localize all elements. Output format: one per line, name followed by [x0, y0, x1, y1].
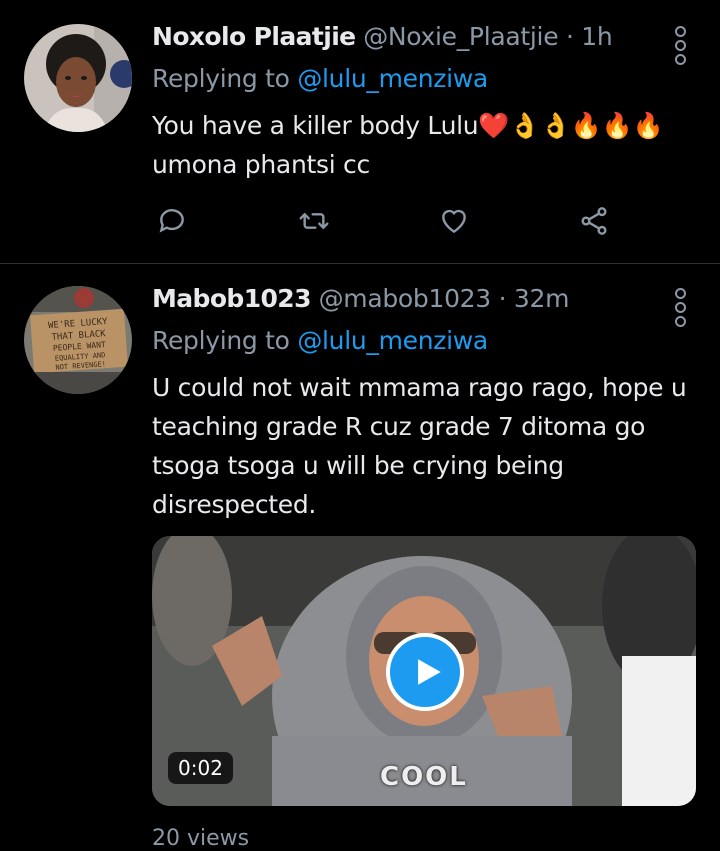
display-name[interactable]: Noxolo Plaatjie — [152, 22, 356, 51]
protest-sign-photo-icon: WE'RE LUCKY THAT BLACK PEOPLE WANT EQUAL… — [24, 286, 132, 394]
separator: · — [565, 22, 574, 51]
tweet-text-line1: You have a killer body Lulu — [152, 111, 479, 140]
reply-button[interactable] — [150, 199, 194, 243]
tweet-noxolo[interactable]: Noxolo Plaatjie @Noxie_Plaatjie · 1h Rep… — [0, 0, 720, 262]
replying-prefix: Replying to — [152, 64, 290, 93]
tweet-emoji: ❤️👌👌🔥🔥🔥 — [478, 111, 664, 140]
profile-photo-icon — [24, 24, 132, 132]
video-player[interactable]: 0:02 COOL — [152, 536, 696, 806]
video-caption: COOL — [380, 762, 468, 792]
avatar[interactable]: WE'RE LUCKY THAT BLACK PEOPLE WANT EQUAL… — [24, 286, 132, 394]
mention-link[interactable]: @lulu_menziwa — [297, 64, 488, 93]
like-button[interactable] — [432, 199, 476, 243]
heart-icon — [442, 209, 466, 234]
separator: · — [498, 284, 507, 313]
user-handle[interactable]: @Noxie_Plaatjie — [363, 22, 558, 51]
tweet-text-line2: umona phantsi cc — [152, 150, 370, 179]
user-handle[interactable]: @mabob1023 — [319, 284, 492, 313]
replying-prefix: Replying to — [152, 326, 290, 355]
avatar[interactable] — [24, 24, 132, 132]
video-duration-badge: 0:02 — [168, 752, 233, 784]
mention-link[interactable]: @lulu_menziwa — [297, 326, 488, 355]
timestamp[interactable]: 1h — [581, 22, 612, 51]
view-count: 20 views — [152, 826, 250, 851]
timestamp[interactable]: 32m — [514, 284, 570, 313]
play-button[interactable] — [386, 633, 464, 711]
retweet-icon — [299, 213, 329, 229]
share-icon — [581, 207, 607, 235]
share-button[interactable] — [572, 199, 616, 243]
tweet-text: You have a killer body Lulu❤️👌👌🔥🔥🔥 umona… — [152, 106, 697, 184]
tweet-actions — [150, 199, 670, 243]
replying-to: Replying to @lulu_menziwa — [152, 64, 488, 93]
tweet-header: Mabob1023 @mabob1023 · 32m — [152, 284, 569, 313]
tweet-header: Noxolo Plaatjie @Noxie_Plaatjie · 1h — [152, 22, 613, 51]
more-options-icon[interactable] — [670, 288, 690, 327]
play-icon — [418, 659, 441, 685]
retweet-button[interactable] — [292, 199, 336, 243]
replying-to: Replying to @lulu_menziwa — [152, 326, 488, 355]
display-name[interactable]: Mabob1023 — [152, 284, 312, 313]
more-options-icon[interactable] — [670, 26, 690, 65]
reply-icon — [159, 209, 184, 233]
tweet-text: U could not wait mmama rago rago, hope u… — [152, 373, 687, 519]
